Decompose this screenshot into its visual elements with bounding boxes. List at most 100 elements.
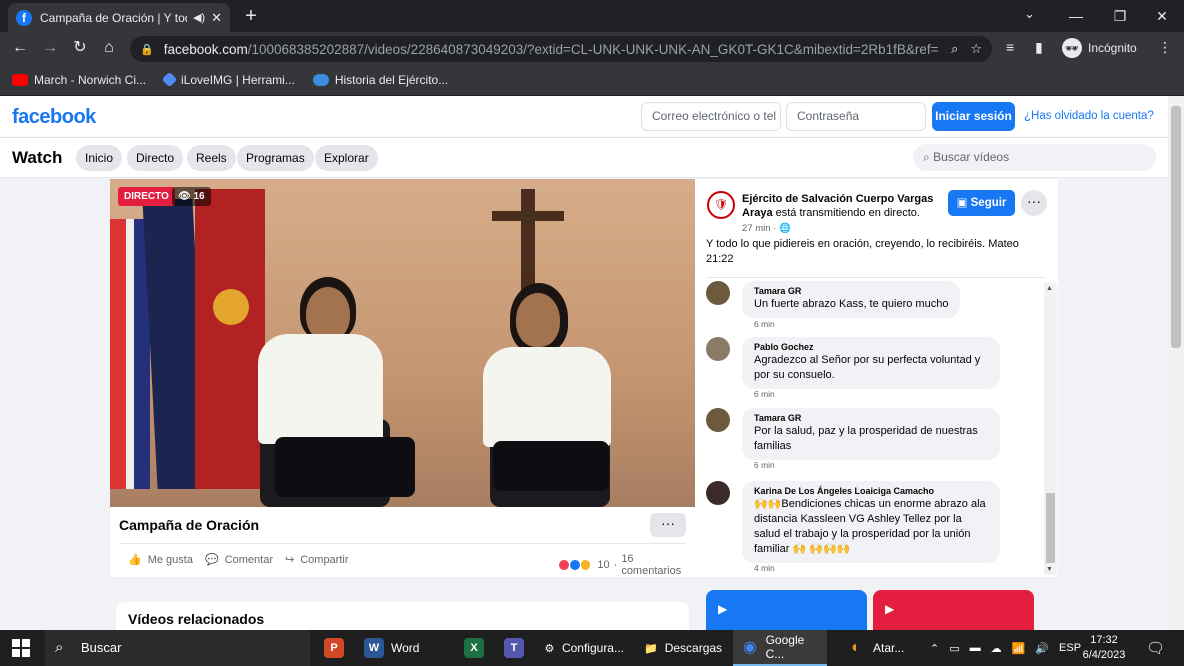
- bookmark-star-icon[interactable]: ☆: [970, 41, 982, 57]
- follow-button[interactable]: ▣ Seguir: [948, 190, 1015, 216]
- commenter-name[interactable]: Tamara GR: [754, 286, 948, 296]
- facebook-logo[interactable]: facebook: [12, 106, 96, 129]
- wifi-icon[interactable]: 📶: [1012, 642, 1026, 655]
- powerpoint-icon: P: [324, 638, 344, 658]
- eye-icon: 👁: [178, 191, 194, 202]
- tab-inicio[interactable]: Inicio: [76, 145, 123, 171]
- reactions-summary[interactable]: 10 · 16 comentarios: [558, 553, 695, 577]
- like-button[interactable]: 👍 Me gusta: [128, 553, 193, 567]
- taskbar-app-chrome[interactable]: ◉ Google C...: [733, 630, 827, 666]
- video-search-input[interactable]: ⌕ Buscar vídeos: [913, 144, 1156, 171]
- reading-list-icon[interactable]: ≡: [1006, 39, 1014, 55]
- avatar[interactable]: [706, 337, 730, 361]
- close-window-button[interactable]: ✕: [1140, 0, 1184, 32]
- comments-scrollbar[interactable]: ▲ ▼: [1044, 283, 1057, 575]
- email-field[interactable]: Correo electrónico o tel: [641, 102, 781, 131]
- viewer-count: 👁 16: [172, 187, 211, 206]
- clock[interactable]: 17:32 6/4/2023: [1076, 633, 1132, 663]
- tab-search-icon[interactable]: ⌄: [1024, 6, 1035, 22]
- taskbar-app-excel[interactable]: X: [456, 630, 492, 666]
- comments-count[interactable]: 16 comentarios: [621, 553, 695, 577]
- taskbar-app-teams[interactable]: T: [496, 630, 532, 666]
- password-field[interactable]: Contraseña: [786, 102, 926, 131]
- commenter-name[interactable]: Pablo Gochez: [754, 342, 988, 352]
- comments-list: Tamara GR Un fuerte abrazo Kass, te quie…: [695, 279, 1045, 575]
- commenter-name[interactable]: Tamara GR: [754, 413, 988, 423]
- comment-time[interactable]: 6 min: [754, 460, 775, 470]
- page-scrollbar[interactable]: [1168, 96, 1184, 630]
- incognito-icon: 🕶: [1062, 38, 1082, 58]
- video-player[interactable]: DIRECTO 👁 16: [110, 179, 695, 507]
- search-icon: ⌕: [55, 639, 64, 656]
- taskbar-search[interactable]: ⌕ Buscar: [45, 630, 310, 666]
- care-reaction-icon: [579, 559, 592, 571]
- comments-scrollbar-thumb[interactable]: [1046, 493, 1055, 563]
- commenter-name[interactable]: Karina De Los Ángeles Loaiciga Camacho: [754, 486, 988, 496]
- forgot-account-link[interactable]: ¿Has olvidado la cuenta?: [1024, 110, 1154, 122]
- related-title: Vídeos relacionados: [128, 611, 265, 627]
- page-scrollbar-thumb[interactable]: [1171, 106, 1181, 348]
- avatar[interactable]: [706, 481, 730, 505]
- post-more-button[interactable]: ···: [1021, 190, 1047, 216]
- tab-programas[interactable]: Programas: [237, 145, 314, 171]
- comment-time[interactable]: 6 min: [754, 389, 775, 399]
- taskbar-app-powerpoint[interactable]: P: [316, 630, 352, 666]
- page-avatar[interactable]: 🛡: [707, 191, 735, 219]
- taskbar-app-word[interactable]: W Word: [356, 630, 448, 666]
- person-face: [306, 287, 350, 341]
- volume-icon[interactable]: 🔊: [1035, 642, 1049, 655]
- onedrive-icon[interactable]: ☁: [991, 642, 1002, 655]
- related-card[interactable]: ▶: [706, 590, 867, 630]
- notification-icon[interactable]: 🗨: [1146, 630, 1165, 666]
- facebook-favicon-icon: f: [16, 9, 32, 26]
- follow-icon: ▣: [956, 197, 971, 209]
- excel-icon: X: [464, 638, 484, 658]
- side-panel-icon[interactable]: ▮: [1035, 39, 1043, 56]
- lock-icon[interactable]: 🔒: [140, 43, 154, 56]
- comment-time[interactable]: 4 min: [754, 563, 775, 573]
- forward-icon[interactable]: →: [38, 37, 62, 59]
- avatar[interactable]: [706, 281, 730, 305]
- tab-explorar[interactable]: Explorar: [315, 145, 378, 171]
- sunset-icon: ◐: [851, 639, 861, 656]
- reload-icon[interactable]: ↻: [68, 37, 92, 59]
- taskbar-app-weather[interactable]: ◐ Atar...: [838, 630, 918, 666]
- back-icon[interactable]: ←: [8, 37, 32, 59]
- browser-tab[interactable]: f Campaña de Oración | Y todo ◀) ✕: [8, 3, 230, 32]
- taskbar-app-settings[interactable]: ⚙ Configura...: [536, 630, 632, 666]
- comment-button[interactable]: 💬 Comentar: [205, 553, 273, 567]
- battery-icon[interactable]: ▬: [970, 642, 981, 654]
- login-button[interactable]: Iniciar sesión: [932, 102, 1015, 131]
- video-info: Campaña de Oración ··· 👍 Me gusta 💬 Coment…: [110, 507, 695, 577]
- minimize-button[interactable]: —: [1054, 0, 1098, 32]
- comment-bubble: Tamara GR Por la salud, paz y la prosper…: [742, 408, 1000, 460]
- chevron-up-icon[interactable]: ⌃: [930, 642, 939, 655]
- comment-time[interactable]: 6 min: [754, 319, 775, 329]
- incognito-indicator[interactable]: 🕶 Incógnito: [1062, 38, 1137, 58]
- scroll-up-icon[interactable]: ▲: [1046, 285, 1053, 292]
- tab-directo[interactable]: Directo: [127, 145, 184, 171]
- address-bar[interactable]: 🔒 facebook.com/100068385202887/videos/22…: [130, 36, 992, 62]
- share-button[interactable]: ↪ Compartir: [285, 553, 349, 567]
- windows-start-icon[interactable]: [12, 639, 30, 657]
- scroll-down-icon[interactable]: ▼: [1046, 566, 1053, 573]
- zoom-search-icon[interactable]: ⌕: [951, 41, 958, 57]
- home-icon[interactable]: ⌂: [97, 37, 121, 59]
- close-tab-icon[interactable]: ✕: [211, 10, 222, 26]
- share-icon: ↪: [285, 554, 295, 566]
- tablet-icon[interactable]: ▭: [949, 642, 959, 655]
- video-more-button[interactable]: ···: [650, 513, 686, 537]
- new-tab-button[interactable]: +: [240, 5, 262, 28]
- post-panel: 🛡 Ejército de Salvación Cuerpo Vargas Ar…: [695, 179, 1058, 577]
- restore-button[interactable]: ❐: [1098, 0, 1142, 32]
- avatar[interactable]: [706, 408, 730, 432]
- related-card[interactable]: ▶: [873, 590, 1034, 630]
- taskbar-app-downloads[interactable]: 📁 Descargas: [636, 630, 728, 666]
- speaker-icon[interactable]: ◀): [193, 11, 205, 24]
- bookmark-item[interactable]: March - Norwich Ci...: [12, 73, 146, 87]
- url-path: /100068385202887/videos/228640873049203/…: [247, 41, 940, 57]
- tab-reels[interactable]: Reels: [187, 145, 236, 171]
- bookmark-item[interactable]: iLoveIMG | Herrami...: [161, 71, 295, 88]
- menu-icon[interactable]: ⋮: [1158, 39, 1172, 56]
- bookmark-item[interactable]: Historia del Ejército...: [312, 73, 448, 87]
